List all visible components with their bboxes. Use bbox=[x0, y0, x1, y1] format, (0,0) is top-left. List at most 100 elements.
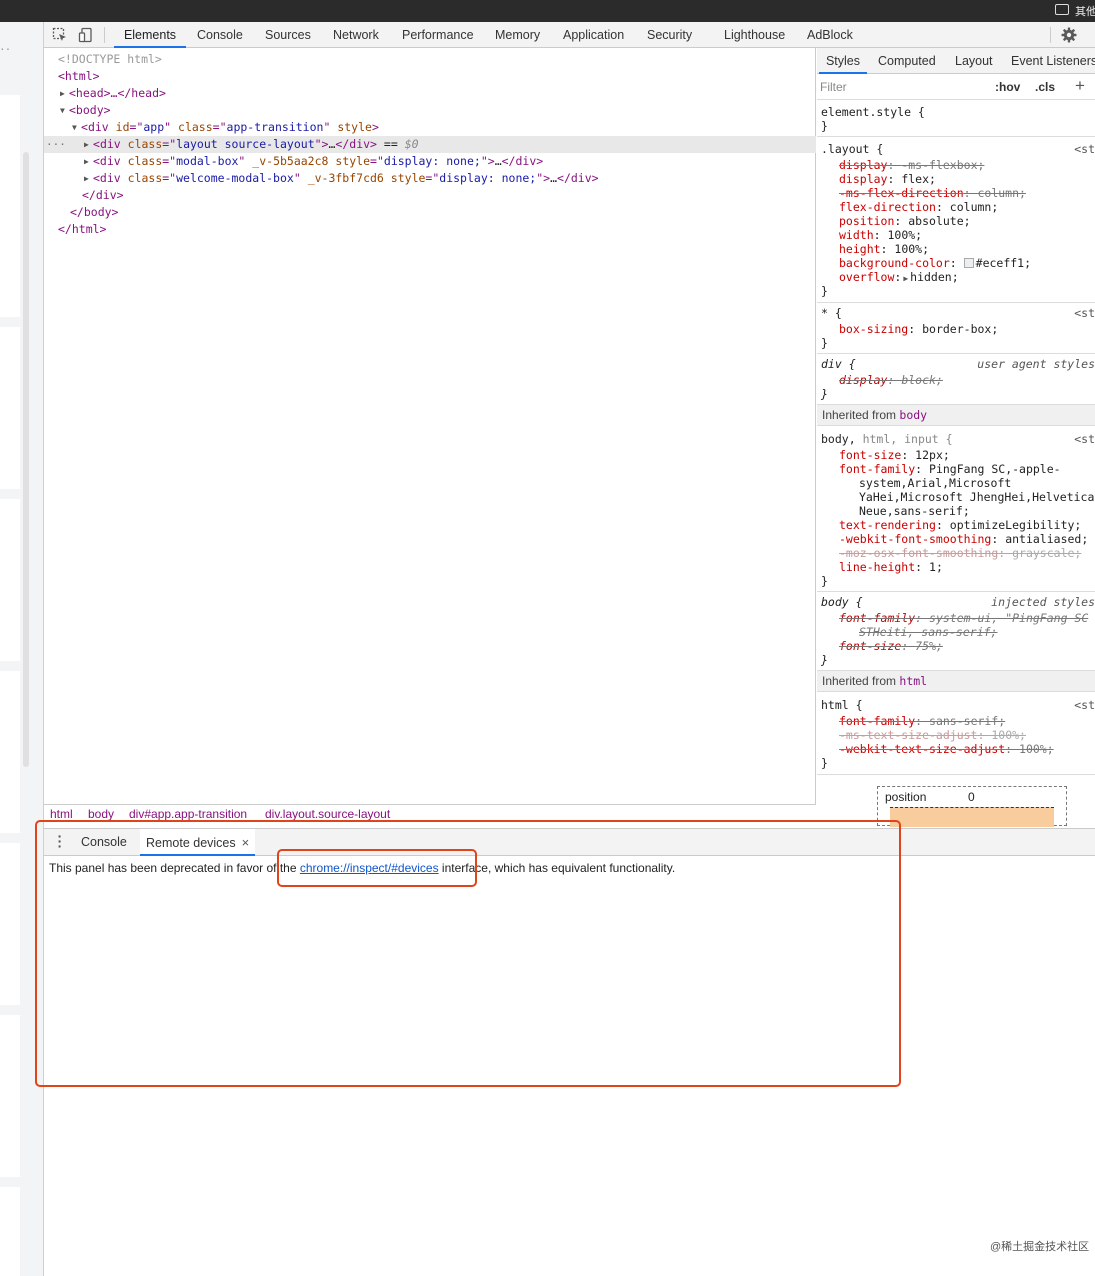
css-decl[interactable]: height: 100%; bbox=[839, 242, 929, 256]
css-decl[interactable]: font-size: 75%; bbox=[839, 639, 943, 653]
layout-selector[interactable]: .layout { bbox=[821, 142, 883, 156]
css-decl[interactable]: -webkit-text-size-adjust: 100%; bbox=[839, 742, 1054, 756]
css-decl[interactable]: text-rendering: optimizeLegibility; bbox=[839, 518, 1081, 532]
collapse-triangle-icon[interactable]: ▼ bbox=[60, 102, 69, 119]
dom-div-close[interactable]: </div> bbox=[44, 187, 816, 204]
tab-performance[interactable]: Performance bbox=[402, 22, 474, 48]
page-block bbox=[0, 1015, 20, 1177]
css-decl-wrap: Neue,sans-serif; bbox=[859, 504, 970, 518]
body-html-input-selector[interactable]: body, html, input { bbox=[821, 432, 953, 446]
tab-adblock[interactable]: AdBlock bbox=[807, 22, 853, 48]
dom-html-open[interactable]: <html> bbox=[44, 68, 816, 85]
css-decl[interactable]: display: block; bbox=[839, 373, 943, 387]
css-decl[interactable]: display: flex; bbox=[839, 172, 936, 186]
tab-styles[interactable]: Styles bbox=[819, 48, 867, 74]
html-source-link[interactable]: <st bbox=[1074, 698, 1095, 712]
css-decl[interactable]: background-color: #eceff1; bbox=[839, 256, 1031, 270]
element-style-selector[interactable]: element.style { bbox=[821, 105, 925, 119]
css-decl[interactable]: width: 100%; bbox=[839, 228, 922, 242]
body-source-link[interactable]: <st bbox=[1074, 432, 1095, 446]
css-decl[interactable]: font-family: PingFang SC,-apple- bbox=[839, 462, 1061, 476]
more-dots-icon[interactable]: ··· bbox=[46, 136, 66, 153]
breadcrumb-layout[interactable]: div.layout.source-layout bbox=[265, 807, 390, 821]
breadcrumb-body[interactable]: body bbox=[88, 807, 114, 821]
window-icon[interactable] bbox=[1055, 4, 1069, 15]
expand-triangle-icon[interactable]: ▶ bbox=[84, 153, 93, 170]
expand-triangle-icon[interactable]: ▶ bbox=[84, 170, 93, 187]
dom-app-div[interactable]: ▼ <div id="app" class="app-transition" st… bbox=[44, 119, 816, 136]
css-decl[interactable]: -ms-flex-direction: column; bbox=[839, 186, 1026, 200]
gear-icon[interactable] bbox=[1060, 26, 1078, 44]
css-decl[interactable]: -webkit-font-smoothing: antialiased; bbox=[839, 532, 1088, 546]
tab-application[interactable]: Application bbox=[563, 22, 624, 48]
dom-html-close[interactable]: </html> bbox=[44, 221, 816, 238]
dom-body-open[interactable]: ▼ <body> bbox=[44, 102, 816, 119]
breadcrumb-app[interactable]: div#app.app-transition bbox=[129, 807, 247, 821]
css-decl[interactable]: font-family: sans-serif; bbox=[839, 714, 1005, 728]
tab-layout[interactable]: Layout bbox=[955, 48, 993, 74]
tab-memory[interactable]: Memory bbox=[495, 22, 540, 48]
css-decl[interactable]: font-size: 12px; bbox=[839, 448, 950, 462]
css-decl-wrap: YaHei,Microsoft JhengHei,Helvetica bbox=[859, 490, 1095, 504]
dom-head[interactable]: ▶ <head>…</head> bbox=[44, 85, 816, 102]
modal-class-value: modal-box bbox=[176, 154, 239, 168]
body-injected-selector[interactable]: body { bbox=[821, 595, 863, 609]
html-selector[interactable]: html { bbox=[821, 698, 863, 712]
page-block bbox=[0, 1187, 20, 1276]
dom-welcome-div[interactable]: ▶ <div class="welcome-modal-box" _v-3fbf7… bbox=[44, 170, 816, 187]
expand-triangle-icon[interactable]: ▶ bbox=[903, 274, 908, 283]
css-decl[interactable]: overflow: ▶ hidden; bbox=[839, 270, 959, 284]
cls-toggle[interactable]: .cls bbox=[1035, 80, 1055, 94]
injected-styles-source: injected styles bbox=[991, 595, 1095, 609]
tab-console[interactable]: Console bbox=[197, 22, 243, 48]
styles-filter-bar: :hov .cls + bbox=[817, 74, 1095, 100]
css-decl[interactable]: flex-direction: column; bbox=[839, 200, 998, 214]
close-brace: } bbox=[821, 387, 828, 401]
universal-source-link[interactable]: <st bbox=[1074, 306, 1095, 320]
css-decl[interactable]: line-height: 1; bbox=[839, 560, 943, 574]
dom-modal-div[interactable]: ▶ <div class="modal-box" _v-5b5aa2c8 styl… bbox=[44, 153, 816, 170]
modal-scope-attr: _v-5b5aa2c8 bbox=[252, 154, 329, 168]
welcome-scope-attr: _v-3fbf7cd6 bbox=[307, 171, 384, 185]
page-dots: ·· bbox=[0, 40, 12, 56]
universal-selector[interactable]: * { bbox=[821, 306, 842, 320]
tab-event-listeners[interactable]: Event Listeners bbox=[1011, 48, 1095, 74]
css-decl[interactable]: -moz-osx-font-smoothing: grayscale; bbox=[839, 546, 1081, 560]
styles-filter-input[interactable] bbox=[820, 78, 985, 96]
device-toolbar-icon[interactable] bbox=[78, 27, 94, 43]
collapse-triangle-icon[interactable]: ▼ bbox=[72, 119, 81, 136]
expand-triangle-icon[interactable]: ▶ bbox=[84, 136, 93, 153]
dom-selected-layout-div[interactable]: ··· ▶ <div class="layout source-layout">…… bbox=[44, 136, 816, 153]
css-decl[interactable]: font-family: system-ui, "PingFang SC bbox=[839, 611, 1088, 625]
tab-computed[interactable]: Computed bbox=[878, 48, 936, 74]
div-selector[interactable]: div { bbox=[821, 357, 856, 371]
app-class-attr: class bbox=[178, 120, 213, 134]
color-swatch[interactable] bbox=[963, 258, 974, 268]
annotation-outline bbox=[277, 849, 477, 887]
tab-elements[interactable]: Elements bbox=[114, 22, 186, 48]
breadcrumb-html[interactable]: html bbox=[50, 807, 73, 821]
dom-doctype[interactable]: <!DOCTYPE html> bbox=[44, 51, 816, 68]
modal-style-value: display: none; bbox=[383, 154, 481, 168]
welcome-class-value: welcome-modal-box bbox=[176, 171, 294, 185]
tab-lighthouse[interactable]: Lighthouse bbox=[724, 22, 785, 48]
tab-sources[interactable]: Sources bbox=[265, 22, 311, 48]
tab-network[interactable]: Network bbox=[333, 22, 379, 48]
close-brace: } bbox=[821, 653, 828, 667]
css-decl[interactable]: position: absolute; bbox=[839, 214, 971, 228]
add-rule-icon[interactable]: + bbox=[1075, 76, 1085, 96]
tab-security[interactable]: Security bbox=[647, 22, 692, 48]
box-model-diagram[interactable]: position 0 bbox=[877, 786, 1067, 827]
equals-marker: == bbox=[383, 137, 398, 151]
close-brace: } bbox=[821, 119, 828, 133]
layout-source-link[interactable]: <st bbox=[1074, 142, 1095, 156]
expand-triangle-icon[interactable]: ▶ bbox=[60, 85, 69, 102]
inspect-element-icon[interactable] bbox=[52, 27, 68, 43]
hov-toggle[interactable]: :hov bbox=[995, 80, 1020, 94]
box-model-position-value[interactable]: 0 bbox=[968, 790, 975, 804]
css-decl[interactable]: display: -ms-flexbox; bbox=[839, 158, 984, 172]
css-decl[interactable]: box-sizing: border-box; bbox=[839, 322, 998, 336]
dom-body-close[interactable]: </body> bbox=[44, 204, 816, 221]
page-scrollbar[interactable] bbox=[23, 152, 29, 767]
css-decl[interactable]: -ms-text-size-adjust: 100%; bbox=[839, 728, 1026, 742]
